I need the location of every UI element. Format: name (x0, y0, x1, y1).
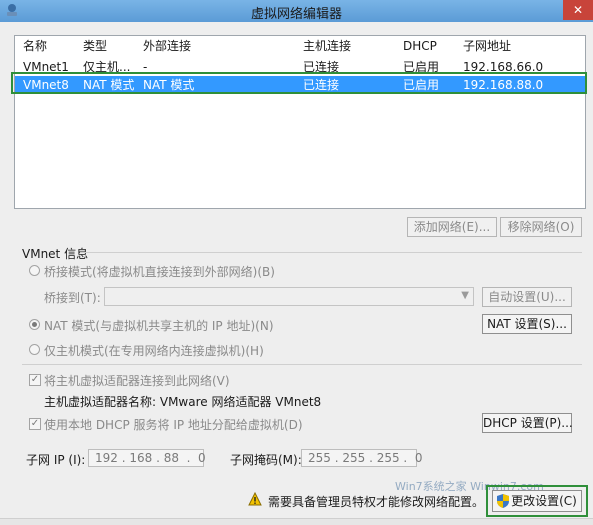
bridge-mode-label: 桥接模式(将虚拟机直接连接到外部网络)(B) (44, 265, 275, 279)
vmnet-info-group-label: VMnet 信息 (22, 247, 89, 261)
dhcp-settings-button[interactable]: DHCP 设置(P)... (482, 413, 573, 433)
subnet-ip-label: 子网 IP (I): (26, 453, 86, 467)
column-header-name[interactable]: 名称 (23, 36, 73, 56)
bridge-to-select[interactable]: ▼ (104, 287, 474, 306)
admin-notice-text: 需要具备管理员特权才能修改网络配置。 (268, 495, 485, 509)
group-divider (80, 252, 582, 253)
remove-network-button[interactable]: 移除网络(O) (500, 217, 582, 237)
column-header-external[interactable]: 外部连接 (143, 36, 293, 56)
virtual-network-editor-window: 虚拟网络编辑器 ✕ 名称 类型 外部连接 主机连接 DHCP 子网地址 VMne… (0, 0, 593, 525)
host-only-radio[interactable] (29, 344, 40, 355)
nat-settings-button[interactable]: NAT 设置(S)... (482, 314, 572, 334)
selected-row-highlight (11, 72, 587, 94)
column-header-host[interactable]: 主机连接 (303, 36, 398, 56)
chevron-down-icon: ▼ (461, 290, 469, 301)
column-header-subnet[interactable]: 子网地址 (463, 36, 573, 56)
window-title: 虚拟网络编辑器 (250, 7, 342, 22)
title-bar[interactable]: 虚拟网络编辑器 ✕ (0, 0, 593, 22)
close-button[interactable]: ✕ (563, 0, 593, 20)
nat-mode-radio[interactable] (29, 319, 40, 330)
subnet-mask-label: 子网掩码(M): (230, 453, 302, 467)
adapter-name-text: 主机虚拟适配器名称: VMware 网络适配器 VMnet8 (44, 395, 322, 409)
add-network-button[interactable]: 添加网络(E)... (407, 217, 497, 237)
bridge-mode-radio[interactable] (29, 265, 40, 276)
bridge-to-label: 桥接到(T): (44, 291, 101, 305)
dhcp-label: 使用本地 DHCP 服务将 IP 地址分配给虚拟机(D) (44, 418, 303, 432)
change-settings-highlight (486, 485, 588, 517)
column-header-type[interactable]: 类型 (83, 36, 138, 56)
host-only-label: 仅主机模式(在专用网络内连接虚拟机)(H) (44, 344, 264, 358)
warning-icon (248, 492, 262, 506)
connect-adapter-label: 将主机虚拟适配器连接到此网络(V) (44, 374, 230, 388)
network-list-header: 名称 类型 外部连接 主机连接 DHCP 子网地址 (15, 36, 585, 56)
network-list[interactable]: 名称 类型 外部连接 主机连接 DHCP 子网地址 VMnet1 仅主机... … (14, 35, 586, 209)
section-divider (22, 364, 582, 365)
auto-settings-button[interactable]: 自动设置(U)... (482, 287, 572, 307)
connect-adapter-checkbox[interactable]: ✓ (29, 374, 41, 386)
subnet-ip-input[interactable]: 192 . 168 . 88 . 0 (88, 449, 206, 467)
dhcp-checkbox[interactable]: ✓ (29, 418, 41, 430)
subnet-mask-input[interactable]: 255 . 255 . 255 . 0 (301, 449, 423, 467)
column-header-dhcp[interactable]: DHCP (403, 36, 458, 56)
nat-mode-label: NAT 模式(与虚拟机共享主机的 IP 地址)(N) (44, 319, 274, 333)
bottom-button-strip (0, 518, 593, 525)
